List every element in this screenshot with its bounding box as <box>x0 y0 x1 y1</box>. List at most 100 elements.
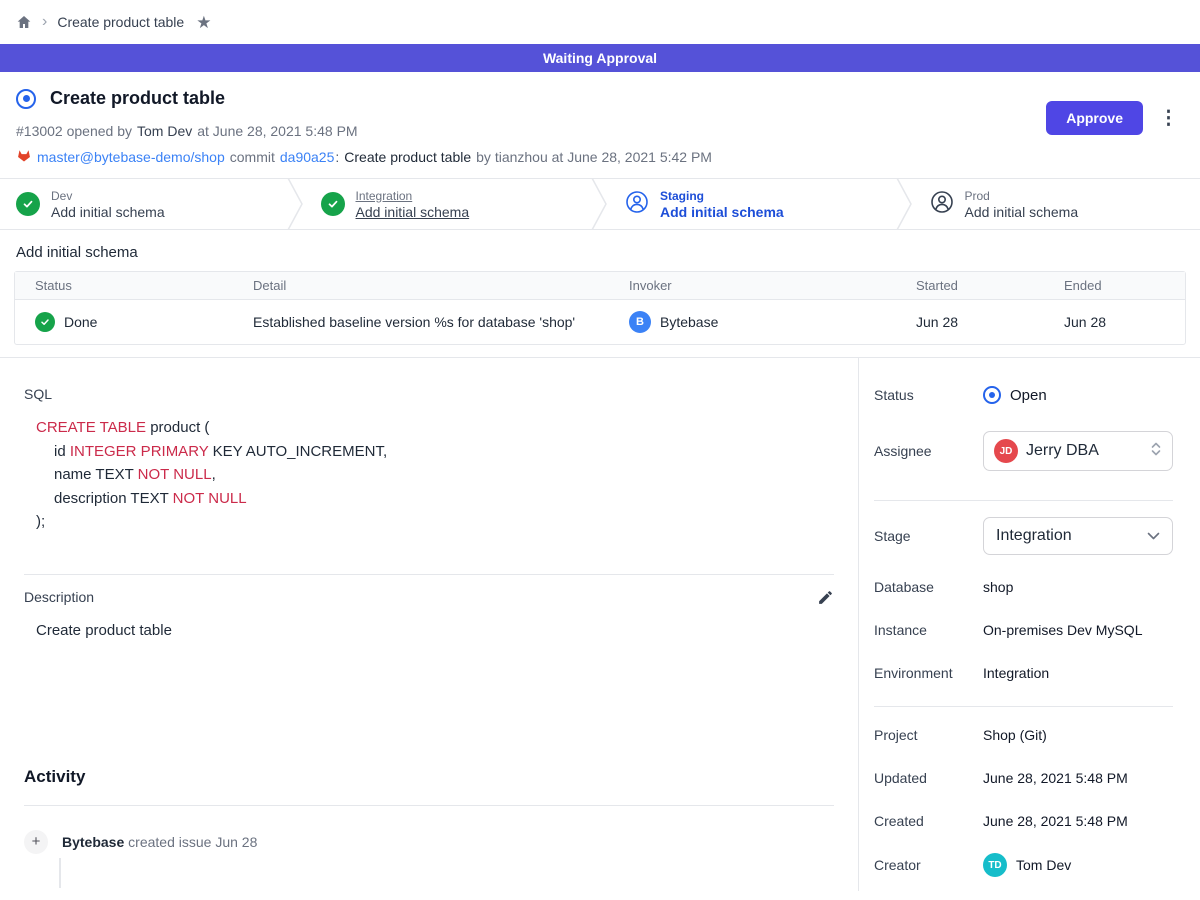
chevron-right-icon: › <box>42 14 47 30</box>
commit-byline: by tianzhou at June 28, 2021 5:42 PM <box>476 149 712 165</box>
project-value: Shop (Git) <box>983 727 1047 743</box>
issue-opened-at: at June 28, 2021 5:48 PM <box>197 123 357 139</box>
chevron-down-icon <box>1147 527 1160 545</box>
field-label: Database <box>874 579 983 595</box>
col-detail: Detail <box>253 278 629 293</box>
task-detail: Established baseline version %s for data… <box>253 314 629 330</box>
task-ended: Jun 28 <box>1064 314 1185 330</box>
field-label: Stage <box>874 528 983 544</box>
stage-value: Integration <box>996 527 1139 545</box>
field-updated: Updated June 28, 2021 5:48 PM <box>874 756 1173 799</box>
pipeline: Dev Add initial schema Integration Add i… <box>0 178 1200 230</box>
field-label: Instance <box>874 622 983 638</box>
stage-task-label: Add initial schema <box>660 204 784 220</box>
assignee-value: Jerry DBA <box>1026 442 1142 460</box>
stage-separator <box>896 179 914 229</box>
sql-code-block: CREATE TABLE product ( id INTEGER PRIMAR… <box>36 416 834 534</box>
gitlab-icon <box>16 148 32 166</box>
created-value: June 28, 2021 5:48 PM <box>983 813 1128 829</box>
issue-number: #13002 opened by <box>16 123 132 139</box>
field-environment: Environment Integration <box>874 651 1173 694</box>
activity-title: Activity <box>24 767 834 787</box>
status-banner: Waiting Approval <box>0 44 1200 72</box>
stage-task-label: Add initial schema <box>356 204 470 220</box>
task-table: Status Detail Invoker Started Ended Done… <box>14 271 1186 345</box>
field-instance: Instance On-premises Dev MySQL <box>874 608 1173 651</box>
breadcrumb: › Create product table ★ <box>0 0 1200 44</box>
issue-sidebar: Status Open Assignee JD Jerry DBA Stage <box>858 358 1200 891</box>
creator-avatar: TD <box>983 853 1007 877</box>
field-label: Updated <box>874 770 983 786</box>
status-value: Open <box>1010 387 1047 404</box>
commit-hash-link[interactable]: da90a25 <box>280 149 335 165</box>
description-text[interactable]: Create product table <box>36 622 834 639</box>
sql-label: SQL <box>24 386 834 402</box>
field-database: Database shop <box>874 565 1173 608</box>
field-created: Created June 28, 2021 5:48 PM <box>874 799 1173 842</box>
activity-action: created issue Jun 28 <box>128 834 257 850</box>
divider <box>24 574 834 575</box>
task-status: Done <box>64 314 97 330</box>
field-assignee: Assignee JD Jerry DBA <box>874 422 1173 480</box>
creator-value: Tom Dev <box>1016 857 1071 873</box>
stage-env-label: Prod <box>965 189 1079 203</box>
home-icon[interactable] <box>16 14 32 30</box>
stage-env-label: Integration <box>356 189 470 203</box>
user-circle-icon <box>930 190 954 219</box>
breadcrumb-page: Create product table <box>57 14 184 30</box>
description-label: Description <box>24 589 94 605</box>
assignee-select[interactable]: JD Jerry DBA <box>983 431 1173 471</box>
kebab-menu-icon[interactable]: ⋮ <box>1159 109 1178 128</box>
issue-open-icon <box>983 386 1001 404</box>
stage-select[interactable]: Integration <box>983 517 1173 555</box>
task-table-header: Status Detail Invoker Started Ended <box>15 272 1185 300</box>
field-label: Created <box>874 813 983 829</box>
timeline-connector <box>59 858 61 888</box>
user-circle-icon <box>625 190 649 219</box>
col-started: Started <box>916 278 1064 293</box>
stage-integration[interactable]: Integration Add initial schema <box>305 179 592 229</box>
stage-task-label: Add initial schema <box>965 204 1079 220</box>
field-label: Creator <box>874 857 983 873</box>
assignee-avatar: JD <box>994 439 1018 463</box>
chevron-updown-icon <box>1150 441 1162 462</box>
issue-opener: Tom Dev <box>137 123 192 139</box>
check-circle-icon <box>16 192 40 216</box>
commit-word: commit <box>230 149 275 165</box>
edit-pencil-icon[interactable] <box>817 589 834 606</box>
field-status: Status Open <box>874 374 1173 416</box>
col-invoker: Invoker <box>629 278 916 293</box>
bytebase-avatar: B <box>629 311 651 333</box>
issue-meta: #13002 opened by Tom Dev at June 28, 202… <box>16 123 1184 139</box>
activity-actor: Bytebase <box>62 834 124 850</box>
field-creator: Creator TD Tom Dev <box>874 842 1173 888</box>
issue-detail-panel: SQL CREATE TABLE product ( id INTEGER PR… <box>0 358 858 891</box>
task-started: Jun 28 <box>916 314 1064 330</box>
issue-open-icon <box>16 89 36 109</box>
plus-icon: + <box>24 830 48 854</box>
database-value: shop <box>983 579 1013 595</box>
activity-entry: + Bytebase created issue Jun 28 <box>24 830 834 854</box>
approve-button[interactable]: Approve <box>1046 101 1143 135</box>
stage-dev[interactable]: Dev Add initial schema <box>0 179 287 229</box>
divider <box>874 500 1173 501</box>
col-status: Status <box>35 278 253 293</box>
field-label: Status <box>874 387 983 403</box>
stage-staging[interactable]: Staging Add initial schema <box>609 179 896 229</box>
divider <box>874 706 1173 707</box>
commit-line: master@bytebase-demo/shop commit da90a25… <box>16 148 1184 166</box>
stage-task-label: Add initial schema <box>51 204 165 220</box>
commit-message: Create product table <box>344 149 471 165</box>
instance-value: On-premises Dev MySQL <box>983 622 1142 638</box>
table-row[interactable]: Done Established baseline version %s for… <box>15 300 1185 344</box>
stage-separator <box>591 179 609 229</box>
commit-branch-link[interactable]: master@bytebase-demo/shop <box>37 149 225 165</box>
col-ended: Ended <box>1064 278 1185 293</box>
page-title: Create product table <box>50 88 225 109</box>
star-icon[interactable]: ★ <box>196 14 211 31</box>
stage-env-label: Dev <box>51 189 165 203</box>
stage-prod[interactable]: Prod Add initial schema <box>914 179 1200 229</box>
field-label: Assignee <box>874 443 983 459</box>
check-circle-icon <box>321 192 345 216</box>
status-banner-text: Waiting Approval <box>543 50 657 66</box>
